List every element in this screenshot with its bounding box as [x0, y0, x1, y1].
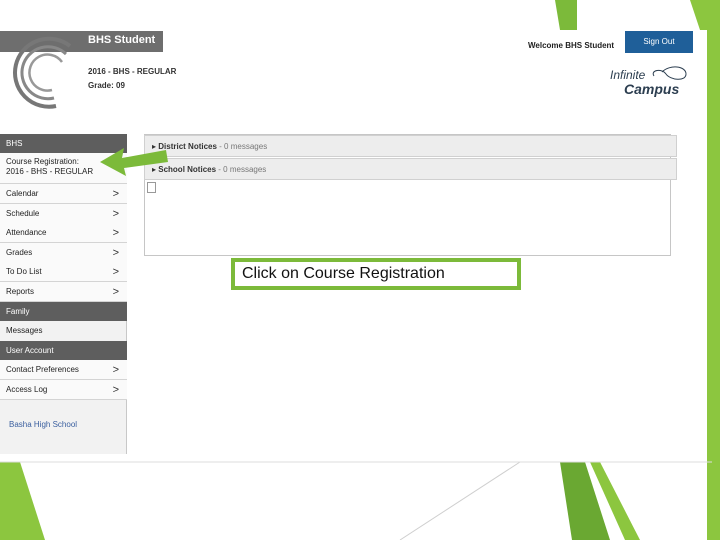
welcome-text: Welcome BHS Student	[528, 41, 615, 50]
school-notices-count: - 0 messages	[218, 165, 267, 174]
chevron-right-icon: >	[112, 247, 119, 259]
sidebar-item-contact-preferences[interactable]: Contact Preferences >	[0, 360, 127, 380]
chevron-right-icon: >	[112, 286, 119, 298]
sidebar-section-family: Family	[0, 302, 127, 321]
sidebar-item-to-do-list[interactable]: To Do List >	[0, 262, 127, 282]
district-notices-row[interactable]: ▸ District Notices - 0 messages	[144, 135, 677, 157]
district-notices-count: - 0 messages	[219, 142, 268, 151]
sidebar-item-access-log[interactable]: Access Log >	[0, 380, 127, 400]
chevron-right-icon: >	[112, 227, 119, 239]
sidebar-item-schedule[interactable]: Schedule >	[0, 204, 127, 224]
arrow-pointer-icon	[100, 148, 168, 176]
school-logo-icon	[12, 36, 72, 109]
sidebar-item-grades[interactable]: Grades >	[0, 243, 127, 263]
instruction-callout: Click on Course Registration	[231, 258, 521, 290]
term-label: 2016 - BHS - REGULAR	[88, 67, 177, 76]
callout-text: Click on Course Registration	[242, 265, 445, 282]
chevron-right-icon: >	[112, 188, 119, 200]
brand-line-2: Campus	[624, 81, 680, 97]
app-title: BHS Student	[88, 34, 156, 46]
sidebar-item-label: Contact Preferences	[6, 365, 79, 374]
chevron-right-icon: >	[112, 266, 119, 278]
broken-image-icon	[147, 182, 156, 193]
slide: BHS Student 2016 - BHS - REGULAR Grade: …	[0, 0, 720, 540]
sidebar-item-label: Schedule	[6, 209, 40, 218]
sidebar-item-label: To Do List	[6, 267, 42, 276]
school-name-link[interactable]: Basha High School	[9, 420, 77, 429]
chevron-right-icon: >	[112, 364, 119, 376]
school-notices-row[interactable]: ▸ School Notices - 0 messages	[144, 158, 677, 180]
sidebar-item-label: Calendar	[6, 189, 39, 198]
brand-line-1: Infinite	[610, 68, 646, 82]
notices-panel: ▸ District Notices - 0 messages ▸ School…	[144, 134, 677, 256]
grade-label: Grade: 09	[88, 81, 125, 90]
sidebar: BHS Course Registration: 2016 - BHS - RE…	[0, 134, 127, 454]
chevron-right-icon: >	[112, 208, 119, 220]
sidebar-item-label: Attendance	[6, 228, 47, 237]
sidebar-section-user-account: User Account	[0, 341, 127, 360]
sidebar-item-label: Grades	[6, 248, 33, 257]
sidebar-item-calendar[interactable]: Calendar >	[0, 184, 127, 204]
sidebar-item-label: Access Log	[6, 385, 48, 394]
chevron-right-icon: >	[112, 384, 119, 396]
sidebar-item-messages[interactable]: Messages	[0, 321, 127, 341]
sidebar-item-reports[interactable]: Reports >	[0, 282, 127, 302]
sign-out-button[interactable]: Sign Out	[625, 31, 693, 53]
sidebar-item-label: Reports	[6, 287, 35, 296]
sidebar-item-attendance[interactable]: Attendance >	[0, 223, 127, 243]
